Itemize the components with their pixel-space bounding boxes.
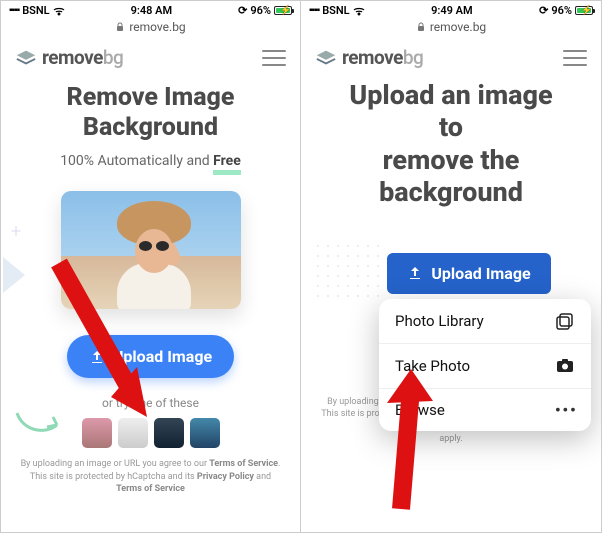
- signal-icon: ▪▪▪▪: [309, 5, 319, 16]
- lock-icon: [416, 22, 426, 32]
- upload-label: Upload Image: [113, 347, 212, 366]
- option-label: Photo Library: [395, 312, 484, 330]
- logo-icon: [315, 47, 337, 69]
- upload-label: Upload Image: [431, 264, 530, 283]
- address-bar[interactable]: remove.bg: [301, 18, 601, 40]
- status-bar: ▪▪▪▪ BSNL 9:48 AM ⟳ 96% ⚡: [1, 1, 300, 18]
- battery-icon: ⚡: [575, 6, 593, 15]
- logo-text: removebg: [342, 46, 423, 69]
- logo[interactable]: removebg: [315, 46, 423, 69]
- decoration-dots: [313, 241, 383, 301]
- option-label: Browse: [395, 401, 445, 419]
- clock: 9:49 AM: [431, 4, 473, 17]
- status-bar: ▪▪▪▪ BSNL 9:49 AM ⟳ 96% ⚡: [301, 1, 601, 18]
- sample-thumb[interactable]: [118, 418, 148, 448]
- sample-thumb[interactable]: [154, 418, 184, 448]
- logo[interactable]: removebg: [15, 46, 123, 69]
- photo-library-option[interactable]: Photo Library: [379, 299, 591, 344]
- wifi-icon: [353, 6, 365, 16]
- battery-pct: 96%: [551, 4, 572, 17]
- photo-library-icon: [555, 311, 575, 331]
- decoration-triangle: [3, 257, 25, 293]
- menu-button[interactable]: [262, 50, 286, 66]
- upload-image-button[interactable]: Upload Image: [387, 253, 550, 294]
- rotation-lock-icon: ⟳: [539, 4, 548, 17]
- signal-icon: ▪▪▪▪: [9, 5, 19, 16]
- wifi-icon: [53, 6, 65, 16]
- url-text: remove.bg: [129, 20, 185, 34]
- clock: 9:48 AM: [131, 4, 173, 17]
- battery-icon: ⚡: [274, 6, 292, 15]
- headline: Remove Image Background: [17, 83, 284, 143]
- url-text: remove.bg: [430, 20, 486, 34]
- menu-button[interactable]: [563, 50, 587, 66]
- upload-icon: [407, 265, 423, 281]
- disclaimer: By uploading an image or URL you agree t…: [1, 448, 300, 496]
- carrier-label: BSNL: [22, 4, 49, 17]
- try-one-text: or try one of these: [17, 396, 284, 410]
- headline: Upload an image to remove the background: [319, 79, 583, 209]
- sample-photo: [61, 191, 241, 309]
- address-bar[interactable]: remove.bg: [1, 18, 300, 40]
- rotation-lock-icon: ⟳: [238, 4, 247, 17]
- upload-image-button[interactable]: Upload Image: [67, 335, 234, 378]
- take-photo-option[interactable]: Take Photo: [379, 344, 591, 389]
- camera-icon: [555, 356, 575, 376]
- logo-text: removebg: [42, 46, 123, 69]
- more-icon: •••: [555, 401, 575, 419]
- battery-pct: 96%: [250, 4, 271, 17]
- subline: 100% Automatically and Free: [17, 153, 284, 169]
- decoration-plus: +: [11, 221, 21, 242]
- option-label: Take Photo: [395, 357, 470, 375]
- curly-arrow-decoration: [15, 409, 61, 439]
- carrier-label: BSNL: [322, 4, 349, 17]
- upload-action-sheet: Photo Library Take Photo Browse •••: [379, 299, 591, 431]
- browse-option[interactable]: Browse •••: [379, 389, 591, 431]
- logo-icon: [15, 47, 37, 69]
- lock-icon: [115, 22, 125, 32]
- upload-icon: [89, 349, 105, 365]
- sample-thumb[interactable]: [190, 418, 220, 448]
- sample-thumb[interactable]: [82, 418, 112, 448]
